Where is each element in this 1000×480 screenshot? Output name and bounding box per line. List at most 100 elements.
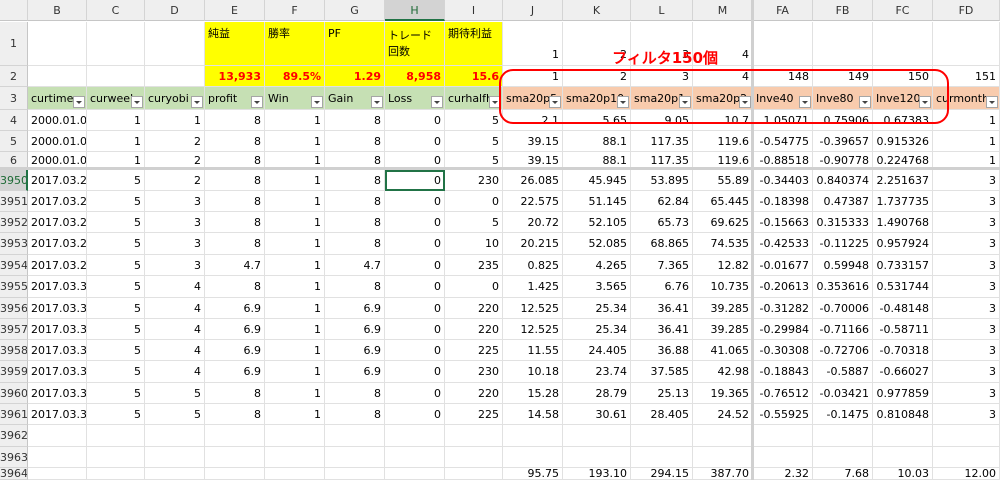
- cell-k3958[interactable]: 24.405: [563, 340, 631, 361]
- cell-m3958[interactable]: 41.065: [693, 340, 753, 361]
- cell-c3961[interactable]: 5: [87, 404, 145, 425]
- cell-g3950[interactable]: 8: [325, 170, 385, 191]
- cell-c5[interactable]: 1: [87, 131, 145, 152]
- row-header-3[interactable]: 3: [0, 87, 28, 110]
- cell-b4[interactable]: 2000.01.03: [28, 110, 87, 131]
- cell-m3963[interactable]: [693, 447, 753, 468]
- cell-fd3952[interactable]: 3: [933, 212, 1000, 233]
- column-header-fb[interactable]: FB: [813, 0, 873, 21]
- cell-i3959[interactable]: 230: [445, 361, 503, 383]
- cell-f3950[interactable]: 1: [265, 170, 325, 191]
- cell-m3951[interactable]: 65.445: [693, 191, 753, 212]
- cell-b5[interactable]: 2000.01.04: [28, 131, 87, 152]
- cell-e3957[interactable]: 6.9: [205, 319, 265, 340]
- cell-f3[interactable]: Win: [265, 87, 325, 110]
- cell-g2[interactable]: 1.29: [325, 66, 385, 87]
- cell-i3963[interactable]: [445, 447, 503, 468]
- cell-i3957[interactable]: 220: [445, 319, 503, 340]
- cell-j3963[interactable]: [503, 447, 563, 468]
- cell-i4[interactable]: 5: [445, 110, 503, 131]
- cell-fb3954[interactable]: 0.59948: [813, 255, 873, 276]
- column-header-g[interactable]: G: [325, 0, 385, 21]
- cell-k3953[interactable]: 52.085: [563, 233, 631, 255]
- cell-g3956[interactable]: 6.9: [325, 298, 385, 319]
- column-header-fc[interactable]: FC: [873, 0, 933, 21]
- cell-b3957[interactable]: 2017.03.30: [28, 319, 87, 340]
- cell-h3957[interactable]: 0: [385, 319, 445, 340]
- cell-fc3959[interactable]: -0.66027: [873, 361, 933, 383]
- cell-b3964[interactable]: [28, 468, 87, 480]
- cell-g3955[interactable]: 8: [325, 276, 385, 298]
- cell-m3952[interactable]: 69.625: [693, 212, 753, 233]
- cell-i3953[interactable]: 10: [445, 233, 503, 255]
- filter-dropdown-icon-d[interactable]: [191, 96, 203, 108]
- cell-d3956[interactable]: 4: [145, 298, 205, 319]
- cell-b3960[interactable]: 2017.03.31: [28, 383, 87, 404]
- cell-k3959[interactable]: 23.74: [563, 361, 631, 383]
- cell-h3964[interactable]: [385, 468, 445, 480]
- cell-g3952[interactable]: 8: [325, 212, 385, 233]
- cell-h4[interactable]: 0: [385, 110, 445, 131]
- cell-c3954[interactable]: 5: [87, 255, 145, 276]
- cell-fb3955[interactable]: 0.353616: [813, 276, 873, 298]
- cell-fa3954[interactable]: -0.01677: [753, 255, 813, 276]
- cell-d3963[interactable]: [145, 447, 205, 468]
- cell-i3950[interactable]: 230: [445, 170, 503, 191]
- column-header-l[interactable]: L: [631, 0, 693, 21]
- cell-h3960[interactable]: 0: [385, 383, 445, 404]
- cell-fd3963[interactable]: [933, 447, 1000, 468]
- cell-j3962[interactable]: [503, 425, 563, 447]
- cell-c3958[interactable]: 5: [87, 340, 145, 361]
- cell-d3961[interactable]: 5: [145, 404, 205, 425]
- cell-h3954[interactable]: 0: [385, 255, 445, 276]
- cell-i3964[interactable]: [445, 468, 503, 480]
- cell-k3951[interactable]: 51.145: [563, 191, 631, 212]
- row-header-3953[interactable]: 3953: [0, 233, 28, 255]
- cell-fb3952[interactable]: 0.315333: [813, 212, 873, 233]
- row-header-5[interactable]: 5: [0, 131, 28, 152]
- cell-e5[interactable]: 8: [205, 131, 265, 152]
- cell-f3954[interactable]: 1: [265, 255, 325, 276]
- row-header-3959[interactable]: 3959: [0, 361, 28, 383]
- row-header-2[interactable]: 2: [0, 66, 28, 87]
- cell-b3956[interactable]: 2017.03.30: [28, 298, 87, 319]
- row-header-3961[interactable]: 3961: [0, 404, 28, 425]
- cell-d3960[interactable]: 5: [145, 383, 205, 404]
- cell-k3955[interactable]: 3.565: [563, 276, 631, 298]
- column-header-e[interactable]: E: [205, 0, 265, 21]
- cell-fd3956[interactable]: 3: [933, 298, 1000, 319]
- cell-i1[interactable]: 期待利益: [445, 22, 503, 66]
- cell-fc3955[interactable]: 0.531744: [873, 276, 933, 298]
- cell-b3955[interactable]: 2017.03.30: [28, 276, 87, 298]
- cell-g1[interactable]: PF: [325, 22, 385, 66]
- cell-b3951[interactable]: 2017.03.29: [28, 191, 87, 212]
- cell-c4[interactable]: 1: [87, 110, 145, 131]
- column-header-d[interactable]: D: [145, 0, 205, 21]
- column-header-b[interactable]: B: [28, 0, 87, 21]
- cell-c3957[interactable]: 5: [87, 319, 145, 340]
- filter-dropdown-icon-c[interactable]: [131, 96, 143, 108]
- cell-k3956[interactable]: 25.34: [563, 298, 631, 319]
- cell-d1[interactable]: [145, 22, 205, 66]
- cell-g5[interactable]: 8: [325, 131, 385, 152]
- cell-f3959[interactable]: 1: [265, 361, 325, 383]
- cell-j3952[interactable]: 20.72: [503, 212, 563, 233]
- cell-g3951[interactable]: 8: [325, 191, 385, 212]
- cell-j3960[interactable]: 15.28: [503, 383, 563, 404]
- cell-fc3951[interactable]: 1.737735: [873, 191, 933, 212]
- cell-h5[interactable]: 0: [385, 131, 445, 152]
- cell-j1[interactable]: 1: [503, 22, 563, 66]
- cell-fa3957[interactable]: -0.29984: [753, 319, 813, 340]
- cell-fa3959[interactable]: -0.18843: [753, 361, 813, 383]
- cell-fc3953[interactable]: 0.957924: [873, 233, 933, 255]
- cell-i3[interactable]: curhalfh: [445, 87, 503, 110]
- cell-h3959[interactable]: 0: [385, 361, 445, 383]
- cell-d3953[interactable]: 3: [145, 233, 205, 255]
- cell-e3962[interactable]: [205, 425, 265, 447]
- cell-i3961[interactable]: 225: [445, 404, 503, 425]
- cell-fa3964[interactable]: 2.32: [753, 468, 813, 480]
- cell-g4[interactable]: 8: [325, 110, 385, 131]
- cell-fd5[interactable]: 1: [933, 131, 1000, 152]
- column-header-f[interactable]: F: [265, 0, 325, 21]
- cell-d3957[interactable]: 4: [145, 319, 205, 340]
